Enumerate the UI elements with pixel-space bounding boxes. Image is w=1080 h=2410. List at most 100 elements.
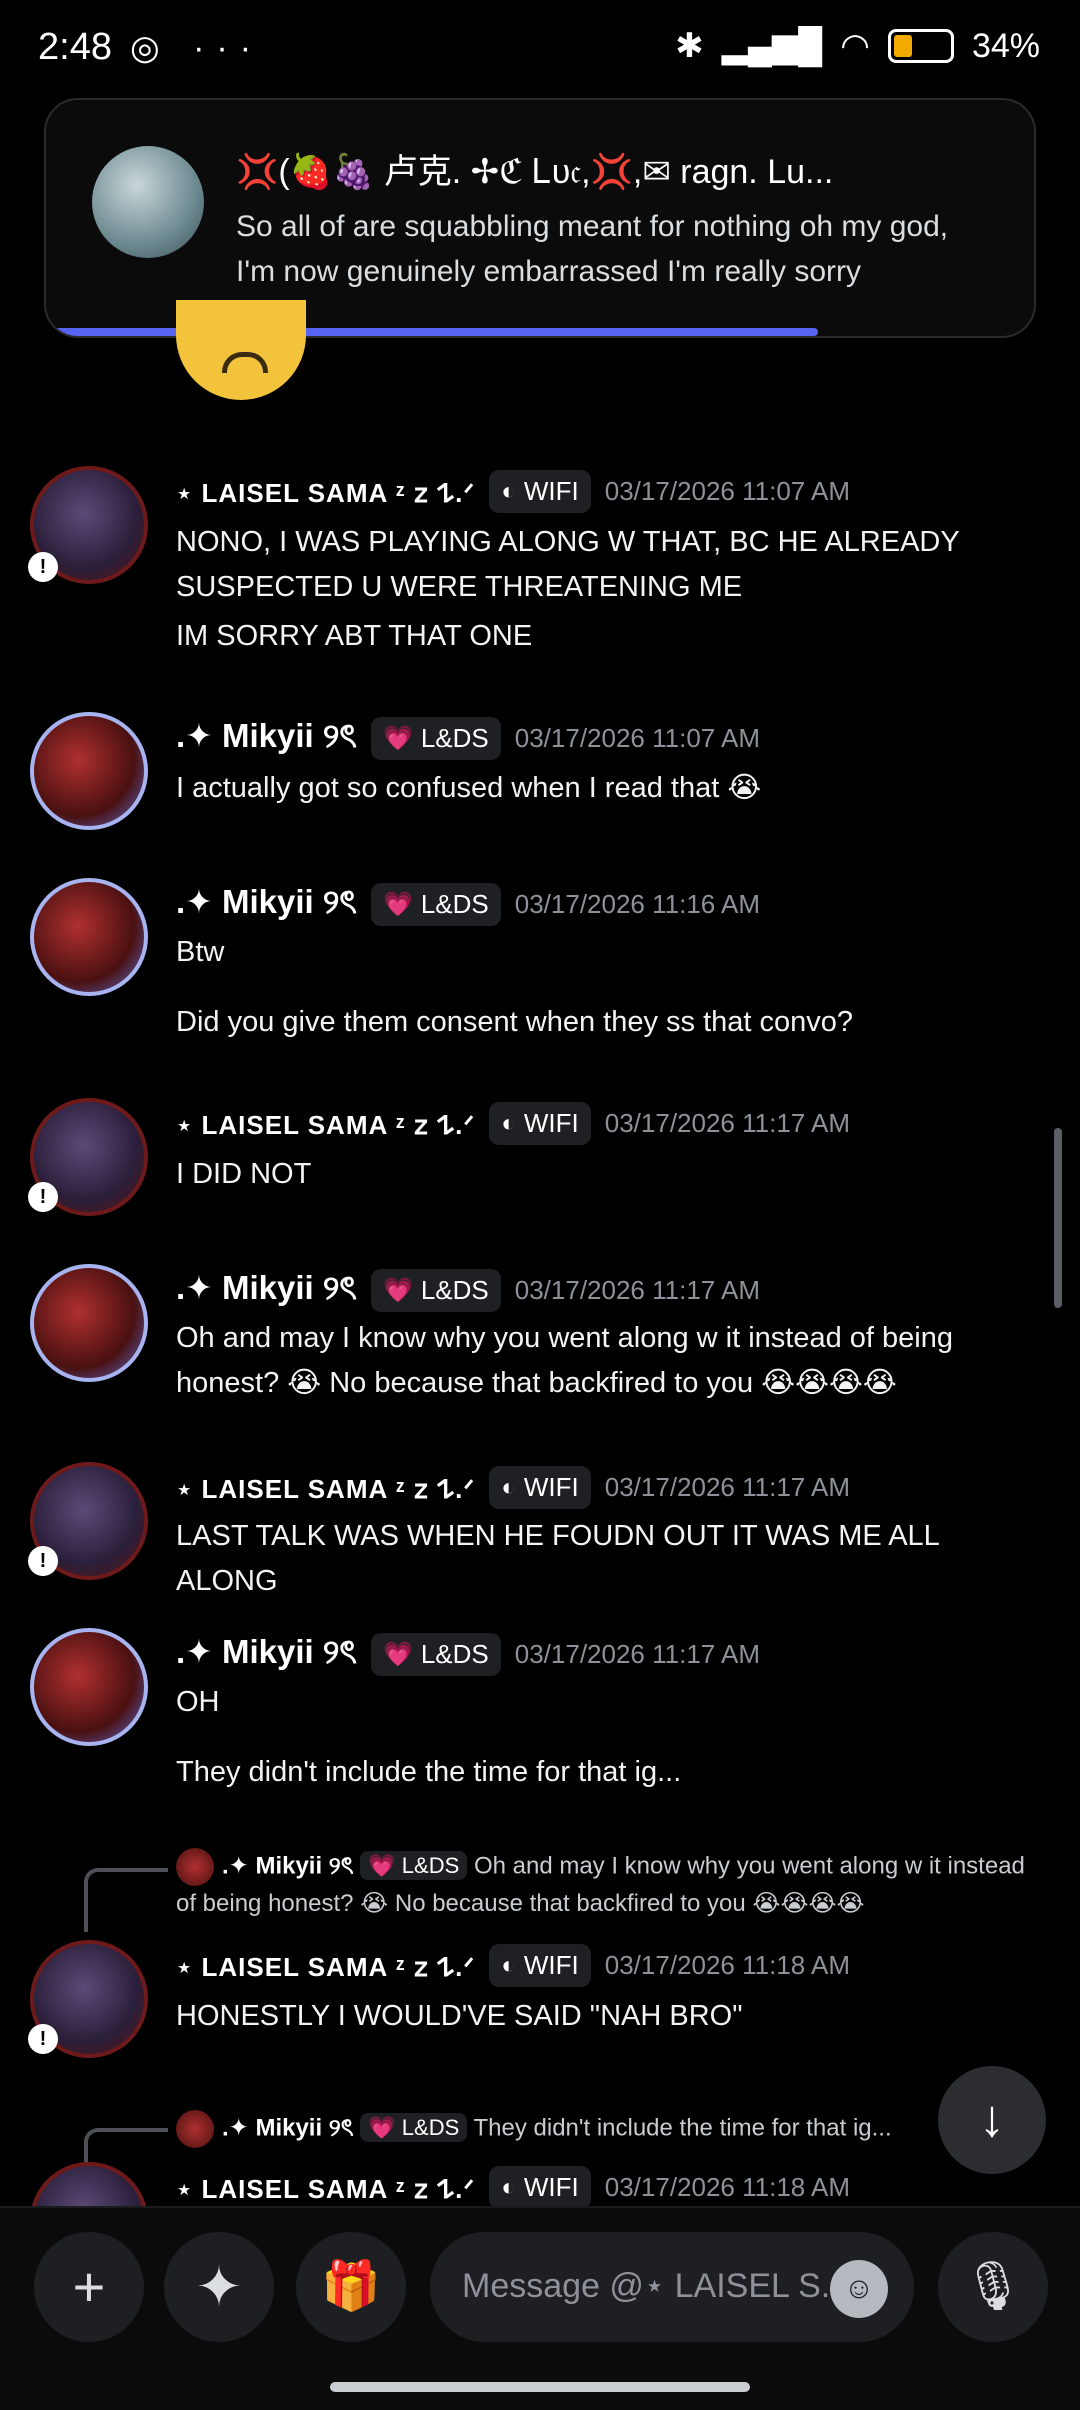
apps-button[interactable]: ✦ <box>164 2232 274 2342</box>
notification-progress <box>46 328 818 336</box>
server-tag[interactable]: ◐ WIFI <box>489 1466 591 1509</box>
home-indicator[interactable] <box>330 2382 750 2392</box>
plus-icon: + <box>72 2255 106 2318</box>
reply-text: They didn't include the time for that ig… <box>473 2114 892 2142</box>
server-tag[interactable]: ◐ WIFI <box>489 1102 591 1145</box>
avatar[interactable] <box>30 1264 148 1382</box>
reply-connector <box>84 1868 168 1932</box>
reply-username: .✦ Mikyii ୨ৎ <box>222 2114 354 2142</box>
reply-tag: 💗 L&DS <box>360 2113 468 2143</box>
apps-icon: ✦ <box>195 2255 243 2318</box>
message-text: Did you give them consent when they ss t… <box>176 1006 854 1038</box>
server-tag[interactable]: 💗 L&DS <box>370 1632 501 1676</box>
reply-tag: 💗 L&DS <box>360 1851 468 1881</box>
arrow-down-icon: ↓ <box>979 2090 1005 2148</box>
avatar-status-badge: ! <box>28 552 58 582</box>
notification-title: 💢(🍓🍇 卢克. ✢ℭ Ꮮυ𝔠,💢,✉ ragn. Lu... <box>236 153 834 191</box>
avatar[interactable] <box>30 712 148 830</box>
mic-icon: 🎙 <box>962 2260 1024 2313</box>
timestamp: 03/17/2026 11:17 AM <box>604 1472 851 1502</box>
avatar-status-badge: ! <box>28 1546 58 1576</box>
message-header: .✦ Mikyii ୨ৎ 💗 L&DS 03/17/2026 11:07 AM <box>176 710 760 766</box>
timestamp: 03/17/2026 11:07 AM <box>604 476 851 506</box>
battery-percent: 34% <box>971 26 1040 65</box>
message-text: NONO, I WAS PLAYING ALONG W THAT, BC HE … <box>176 526 960 603</box>
message-header: .✦ Mikyii ୨ৎ 💗 L&DS 03/17/2026 11:17 AM <box>176 1626 760 1682</box>
username[interactable]: .✦ Mikyii ୨ৎ <box>176 710 357 766</box>
message-text: They didn't include the time for that ig… <box>176 1756 682 1788</box>
notification-avatar <box>92 146 204 258</box>
server-tag[interactable]: 💗 L&DS <box>370 1268 501 1312</box>
timestamp: 03/17/2026 11:17 AM <box>514 1274 761 1305</box>
timestamp: 03/17/2026 11:17 AM <box>604 1108 851 1138</box>
message-header: ⋆ LAISEL SAMA ᶻ 𝗓 𐰁.ᐟ ◐ WIFI 03/17/2026 1… <box>176 1102 850 1145</box>
username[interactable]: .✦ Mikyii ୨ৎ <box>176 1262 357 1318</box>
message-text: OH <box>176 1686 220 1718</box>
avatar-status-badge: ! <box>28 2024 58 2054</box>
avatar-status-badge: ! <box>28 1182 58 1212</box>
username[interactable]: ⋆ LAISEL SAMA ᶻ 𝗓 𐰁.ᐟ <box>176 1948 475 1984</box>
timestamp: 03/17/2026 11:16 AM <box>514 888 761 919</box>
username[interactable]: ⋆ LAISEL SAMA ᶻ 𝗓 𐰁.ᐟ <box>176 474 475 510</box>
moon-icon: ◐ <box>501 1473 516 1501</box>
heart-icon: 💗 <box>382 724 413 752</box>
bluetooth-icon: ✱ <box>675 27 704 65</box>
avatar[interactable] <box>30 2162 148 2206</box>
gift-icon: 🎁 <box>321 2260 381 2313</box>
timestamp: 03/17/2026 11:18 AM <box>604 2172 851 2202</box>
reply-avatar <box>176 2110 214 2148</box>
heart-icon: 💗 <box>382 890 413 918</box>
message-header: ⋆ LAISEL SAMA ᶻ 𝗓 𐰁.ᐟ ◐ WIFI 03/17/2026 1… <box>176 2166 850 2206</box>
heart-icon: 💗 <box>382 1640 413 1668</box>
username[interactable]: ⋆ LAISEL SAMA ᶻ 𝗓 𐰁.ᐟ <box>176 1106 475 1142</box>
reply-username: .✦ Mikyii ୨ৎ <box>222 1852 354 1880</box>
avatar[interactable] <box>30 878 148 996</box>
message-header: ⋆ LAISEL SAMA ᶻ 𝗓 𐰁.ᐟ ◐ WIFI 03/17/2026 1… <box>176 1466 850 1509</box>
timestamp: 03/17/2026 11:07 AM <box>514 722 761 753</box>
moon-icon: ◐ <box>501 2173 516 2201</box>
status-time: 2:48 <box>38 26 112 68</box>
notification-message: So all of are squabbling meant for nothi… <box>236 210 949 288</box>
voice-message-button[interactable]: 🎙 <box>938 2232 1048 2342</box>
gift-button[interactable]: 🎁 <box>296 2232 406 2342</box>
username[interactable]: ⋆ LAISEL SAMA ᶻ 𝗓 𐰁.ᐟ <box>176 1470 475 1506</box>
emoji-sticker <box>176 300 306 400</box>
status-right: ✱ ▂▄▆█ ◠ 34% <box>675 26 1040 66</box>
server-tag[interactable]: ◐ WIFI <box>489 2166 591 2206</box>
message-text: HONESTLY I WOULD'VE SAID "NAH BRO" <box>176 2000 743 2032</box>
username[interactable]: ⋆ LAISEL SAMA ᶻ 𝗓 𐰁.ᐟ <box>176 2170 475 2206</box>
timestamp: 03/17/2026 11:18 AM <box>604 1950 851 1980</box>
jump-to-present-button[interactable]: ↓ <box>938 2066 1046 2174</box>
battery-icon <box>887 29 954 63</box>
message-text: Oh and may I know why you went along w i… <box>176 1322 953 1399</box>
status-bar: 2:48 ◎ ··· ✱ ▂▄▆█ ◠ 34% <box>0 0 1080 100</box>
moon-icon: ◐ <box>501 1109 516 1137</box>
username[interactable]: .✦ Mikyii ୨ৎ <box>176 876 357 932</box>
reply-preview[interactable]: .✦ Mikyii ୨ৎ 💗 L&DS They didn't include … <box>176 2110 936 2148</box>
username[interactable]: .✦ Mikyii ୨ৎ <box>176 1626 357 1682</box>
reply-preview[interactable]: .✦ Mikyii ୨ৎ 💗 L&DS Oh and may I know wh… <box>176 1848 1036 1922</box>
reply-avatar <box>176 1848 214 1886</box>
moon-icon: ◐ <box>501 477 516 505</box>
moon-icon: ◐ <box>501 1951 516 1979</box>
message-text: IM SORRY ABT THAT ONE <box>176 620 533 652</box>
scrollbar[interactable] <box>1054 1128 1062 1308</box>
server-tag[interactable]: ◐ WIFI <box>489 1944 591 1987</box>
heart-icon: 💗 <box>382 1276 413 1304</box>
wifi-icon: ◠ <box>840 27 870 65</box>
message-header: ⋆ LAISEL SAMA ᶻ 𝗓 𐰁.ᐟ ◐ WIFI 03/17/2026 1… <box>176 1944 850 1987</box>
add-attachment-button[interactable]: + <box>34 2232 144 2342</box>
message-input[interactable]: Message @⋆ LAISEL S... ☺ <box>430 2232 914 2342</box>
message-header: .✦ Mikyii ୨ৎ 💗 L&DS 03/17/2026 11:16 AM <box>176 876 760 932</box>
emoji-button[interactable]: ☺ <box>830 2260 888 2318</box>
server-tag[interactable]: 💗 L&DS <box>370 716 501 760</box>
server-tag[interactable]: ◐ WIFI <box>489 470 591 513</box>
timestamp: 03/17/2026 11:17 AM <box>514 1638 761 1669</box>
server-tag[interactable]: 💗 L&DS <box>370 882 501 926</box>
status-notification-icons: ◎ ··· <box>130 29 264 67</box>
message-text: LAST TALK WAS WHEN HE FOUDN OUT IT WAS M… <box>176 1520 939 1597</box>
message-header: .✦ Mikyii ୨ৎ 💗 L&DS 03/17/2026 11:17 AM <box>176 1262 760 1318</box>
message-text: Btw <box>176 936 225 968</box>
avatar[interactable] <box>30 1628 148 1746</box>
message-group: ⋆ LAISEL SAMA ᶻ 𝗓 𐰁.ᐟ ◐ WIFI 03/17/2026 1… <box>0 2158 1060 2206</box>
